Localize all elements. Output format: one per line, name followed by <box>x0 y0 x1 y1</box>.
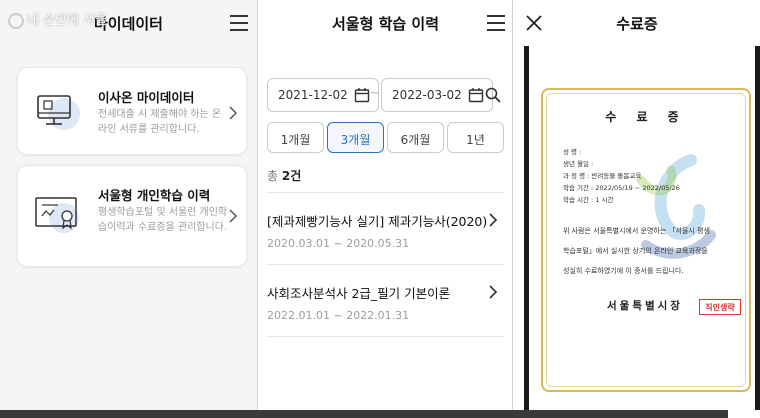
start-date-field[interactable]: 2021-12-02 <box>267 78 379 112</box>
watermark-text: 내 손안에 서울 <box>27 13 108 28</box>
course-title: [제과제빵기능사 실기] 제과기능사(2020) <box>267 214 488 229</box>
chevron-right-icon <box>228 208 238 227</box>
certificate-body-line: 학습포털」에서 실시한 상기의 온라인 교육과정을 <box>563 247 708 255</box>
divider <box>267 264 504 265</box>
certificate-heading: 수 료 증 <box>605 110 687 124</box>
period-1year-button[interactable]: 1년 <box>447 122 504 153</box>
period-1month-button[interactable]: 1개월 <box>267 122 324 153</box>
page-title: 서울형 학습 이력 <box>331 15 440 33</box>
certificate-frame: 수 료 증 성 명 : 생년 월일 : 과 정 명 : 반려동물 돌봄교육 학습… <box>541 88 751 392</box>
mydata-topbar: 마이데이터 내 손안에 서울 <box>0 0 257 46</box>
field-period: 학습 기간 : 2022/05/19 ~ 2022/05/26 <box>563 184 680 192</box>
certificate-body-line: 성실히 수료하였기에 이 증서를 드립니다. <box>563 267 684 275</box>
count-label: 총 <box>267 169 279 183</box>
certificate-body-line: 위 사람은 서울특별시에서 운영하는 「서울시 평생 <box>563 227 710 235</box>
end-date-field[interactable]: 2022-03-02 <box>381 78 493 112</box>
field-name: 성 명 : <box>563 148 582 156</box>
calendar-icon[interactable] <box>468 87 484 103</box>
period-6month-button[interactable]: 6개월 <box>387 122 444 153</box>
end-date-value: 2022-03-02 <box>392 88 462 102</box>
monitor-icon <box>34 90 82 138</box>
card-description: 전세대출 시 제출해야 하는 온라인 서류를 관리합니다. <box>98 109 222 135</box>
history-topbar: 서울형 학습 이력 <box>259 0 512 46</box>
certificate-panel: 수료증 수 료 증 성 명 : 생년 월일 : 과 정 명 : 반려동물 돌봄교… <box>514 0 760 410</box>
field-birthdate: 생년 월일 : <box>563 160 594 168</box>
course-period: 2022.01.01 ~ 2022.01.31 <box>267 309 410 322</box>
search-icon[interactable] <box>485 87 501 107</box>
divider <box>267 336 504 337</box>
chevron-right-icon <box>488 284 498 303</box>
chevron-right-icon <box>228 105 238 124</box>
card-title: 서울형 개인학습 이력 <box>98 188 211 203</box>
course-period: 2020.03.01 ~ 2020.05.31 <box>267 237 410 250</box>
start-date-value: 2021-12-02 <box>278 88 348 102</box>
calendar-icon[interactable] <box>354 87 370 103</box>
course-title: 사회조사분석사 2급_필기 기본이론 <box>267 286 451 301</box>
field-hours: 학습 시간 : 1 시간 <box>563 196 614 204</box>
field-course: 과 정 명 : 반려동물 돌봄교육 <box>563 172 642 180</box>
official-seal-omitted-stamp: 직인생략 <box>699 299 741 315</box>
period-3month-button[interactable]: 3개월 <box>327 122 384 153</box>
card-title: 이사온 마이데이터 <box>98 90 195 105</box>
divider <box>267 192 504 193</box>
watermark-logo-icon <box>8 12 24 29</box>
date-range-separator: ~ <box>370 86 380 99</box>
card-seoul-learning-history[interactable]: 서울형 개인학습 이력 평생학습포털 및 서울런 개인학습이력과 수료증을 관리… <box>17 165 247 267</box>
menu-icon[interactable] <box>487 15 505 31</box>
count-value: 2건 <box>281 169 302 183</box>
certificate-issuer: 서울특별시장 <box>607 300 683 312</box>
certificate-icon <box>34 192 82 240</box>
certificate-viewer: 수 료 증 성 명 : 생년 월일 : 과 정 명 : 반려동물 돌봄교육 학습… <box>524 46 760 410</box>
page-title: 수료증 <box>616 15 658 33</box>
card-description: 평생학습포털 및 서울런 개인학습이력과 수료증을 관리합니다. <box>98 207 228 233</box>
certificate-topbar: 수료증 <box>514 0 760 46</box>
learning-history-panel: 서울형 학습 이력 2021-12-02 ~ 2022-03-02 1개월 3개… <box>259 0 513 410</box>
card-isaon-mydata[interactable]: 이사온 마이데이터 전세대출 시 제출해야 하는 온라인 서류를 관리합니다. <box>17 67 247 155</box>
menu-icon[interactable] <box>230 15 248 31</box>
mydata-panel: 마이데이터 내 손안에 서울 이사온 마이데이터 전세대출 시 제출해야 하는 … <box>0 0 258 410</box>
bottom-bar <box>0 410 728 418</box>
chevron-right-icon <box>488 212 498 231</box>
result-count: 총 2건 <box>267 167 301 184</box>
certificate-document: 수 료 증 성 명 : 생년 월일 : 과 정 명 : 반려동물 돌봄교육 학습… <box>529 46 755 410</box>
watermark: 내 손안에 서울 <box>8 9 107 29</box>
